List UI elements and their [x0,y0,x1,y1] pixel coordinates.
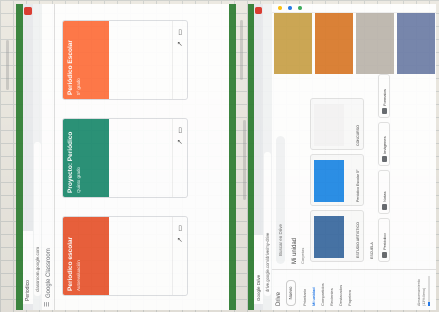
file-name: ESTUDIO ARTISTICO [355,222,360,258]
green-frame [229,4,236,310]
pencil-stroke [243,120,246,200]
class-card-footer: ↗ ▭ [172,217,187,295]
trend-icon[interactable]: ↗ [176,41,184,47]
folder-item[interactable]: Periódico [378,218,390,262]
folder-icon[interactable]: ▭ [176,225,184,232]
class-card-title[interactable]: Periodico escolar [67,221,74,291]
nav-item[interactable]: Destacados [336,272,345,306]
side-panel [272,4,436,13]
browser-tab[interactable]: Google Drive [254,235,263,304]
search-input[interactable]: Buscar en Drive [276,136,285,264]
address-bar[interactable]: classroom.google.com [34,142,41,296]
classroom-logo: Google Classroom [46,248,52,298]
nav-item[interactable]: Prioritario [300,272,309,306]
photo-of-printed-screenshots: Periodico classroom.google.com ☰ Google … [0,0,439,312]
nav-item-my-drive[interactable]: Mi unidad [309,272,318,306]
folder-name: Formatos [382,89,387,106]
class-card-header: Periódico Escolar 5º grado [63,21,109,99]
tasks-icon[interactable] [288,6,292,10]
left-printed-screenshot: Periodico classroom.google.com ☰ Google … [16,4,236,310]
photo-preview[interactable] [397,4,435,74]
photo-preview[interactable] [356,4,394,74]
storage-bar-fill [428,302,430,306]
drive-window: Google Drive drive.google.com/drive/my-d… [248,4,436,310]
folder-item[interactable]: Imágenes [378,122,390,166]
class-card-footer: ↗ ▭ [172,21,187,99]
folder-icon [382,204,387,210]
new-button[interactable]: Nuevo [286,280,296,306]
file-card[interactable]: Periódico Escolar 5° [310,154,364,206]
green-frame [16,4,23,310]
file-card[interactable]: CONCURSO [310,98,364,150]
pencil-stroke [6,40,9,90]
storage-indicator: Almacenamiento (13% lleno) [417,274,430,306]
folder-icon [382,108,387,114]
file-thumbnail [314,160,344,202]
file-name: CONCURSO [355,125,360,146]
file-card[interactable]: ESTUDIO ARTISTICO [310,210,364,262]
class-card[interactable]: Proyecto: Periódico Quinto grado ↗ ▭ [62,118,188,198]
class-card-title[interactable]: Periódico Escolar [67,25,74,95]
right-printed-screenshot: Google Drive drive.google.com/drive/my-d… [248,4,436,310]
file-thumbnail [314,216,344,258]
classroom-header: ☰ Google Classroom [42,4,55,310]
file-name: Periódico Escolar 5° [355,169,360,202]
folder-icon [382,156,387,162]
folder-name: Imágenes [382,136,387,154]
trend-icon[interactable]: ↗ [176,139,184,145]
nav-item[interactable]: Recientes [327,272,336,306]
browser-tab[interactable]: Periodico [23,231,33,304]
page-title: Mi unidad [292,237,298,264]
class-card-footer: ↗ ▭ [172,119,187,197]
section-title: Carpetas [300,247,305,264]
folder-icon[interactable]: ▭ [176,29,184,36]
class-card-subtitle: Quinto grado [76,166,81,193]
class-card-header: Periodico escolar Autoevaluación [63,217,109,295]
class-card-subtitle: Autoevaluación [76,260,81,291]
address-bar[interactable]: drive.google.com/drive/my-drive [264,152,271,296]
calendar-icon[interactable] [278,6,282,10]
close-icon[interactable] [255,7,262,14]
folder-name: Periódico [382,233,387,250]
photo-preview[interactable] [315,4,353,74]
file-name: ESCUELA [369,242,374,259]
trend-icon[interactable]: ↗ [176,237,184,243]
storage-bar [428,276,430,306]
class-card[interactable]: Periodico escolar Autoevaluación ↗ ▭ [62,216,188,296]
pencil-stroke [240,20,243,80]
folder-item[interactable]: Formatos [378,74,390,118]
keep-icon[interactable] [298,6,302,10]
drive-nav: Prioritario Mi unidad Compartidos Recien… [300,272,354,306]
drive-sidebar: Drive Nuevo Prioritario Mi unidad Compar… [272,269,436,310]
nav-item[interactable]: Compartidos [318,272,327,306]
file-thumbnail [314,104,344,146]
folder-item[interactable]: Notas [378,170,390,214]
class-card-subtitle: 5º grado [76,78,81,95]
folder-icon [382,252,387,258]
drive-logo: Drive [276,291,282,306]
close-icon[interactable] [24,7,32,15]
photo-previews [272,4,436,74]
hamburger-menu-icon[interactable]: ☰ [42,302,54,307]
class-card[interactable]: Periódico Escolar 5º grado ↗ ▭ [62,20,188,100]
class-card-title[interactable]: Proyecto: Periódico [67,123,74,193]
storage-text: Almacenamiento (13% lleno) [417,279,426,306]
folder-name: Notas [382,191,387,202]
folder-icon[interactable]: ▭ [176,127,184,134]
file-card-spacer: ESCUELA [366,212,374,262]
nav-item[interactable]: Papelera [345,272,354,306]
photo-preview[interactable] [274,4,312,74]
classroom-window: Periodico classroom.google.com ☰ Google … [16,4,236,310]
class-card-header: Proyecto: Periódico Quinto grado [63,119,109,197]
